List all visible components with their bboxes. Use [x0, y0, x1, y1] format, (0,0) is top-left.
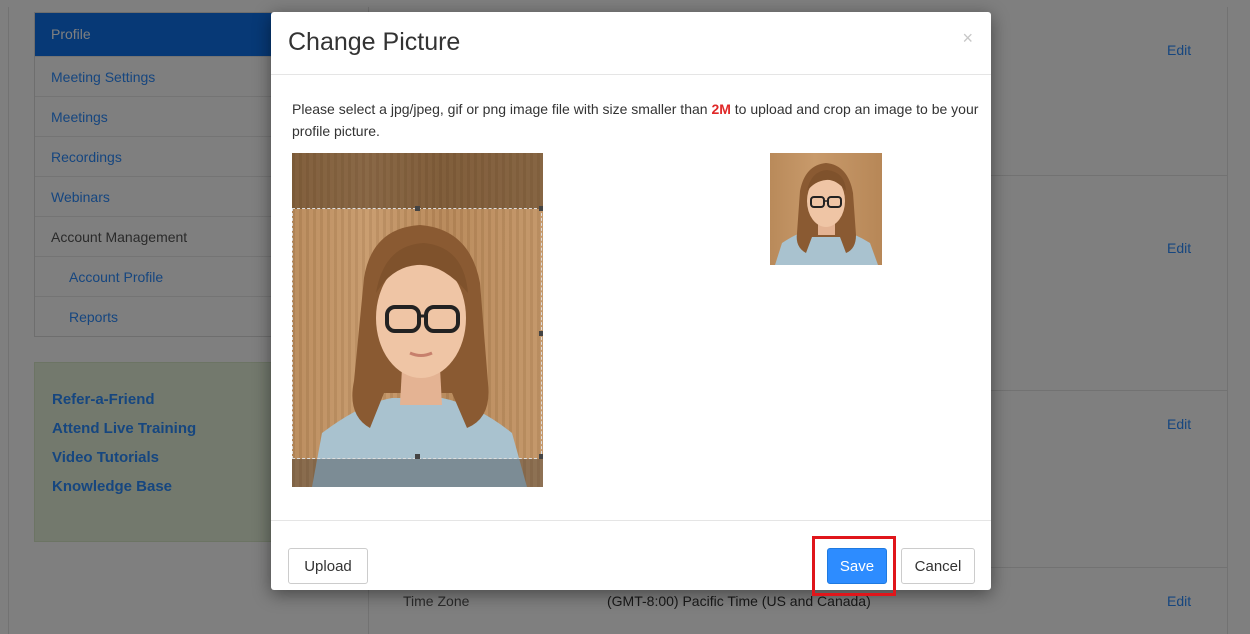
upload-instructions: Please select a jpg/jpeg, gif or png ima…	[292, 98, 982, 142]
crop-selection[interactable]	[292, 206, 543, 459]
crop-handle-bottom[interactable]	[415, 454, 420, 459]
image-crop-area[interactable]	[292, 153, 543, 487]
size-limit: 2M	[711, 101, 731, 117]
crop-handle-right[interactable]	[539, 331, 543, 336]
preview-photo	[775, 163, 878, 265]
modal-footer: Upload Save Cancel	[271, 520, 991, 596]
upload-button[interactable]: Upload	[288, 548, 368, 584]
crop-handle-top[interactable]	[415, 206, 420, 211]
close-icon[interactable]: ×	[962, 28, 973, 49]
modal-header: Change Picture ×	[271, 12, 991, 75]
cancel-button[interactable]: Cancel	[901, 548, 975, 584]
profile-picture-preview	[770, 153, 882, 265]
crop-handle-top-right[interactable]	[539, 206, 543, 211]
modal-title: Change Picture	[288, 28, 461, 56]
change-picture-modal: Change Picture × Please select a jpg/jpe…	[271, 12, 991, 596]
save-button[interactable]: Save	[827, 548, 887, 584]
crop-handle-bottom-right[interactable]	[539, 454, 543, 459]
instructions-text: Please select a jpg/jpeg, gif or png ima…	[292, 101, 712, 117]
